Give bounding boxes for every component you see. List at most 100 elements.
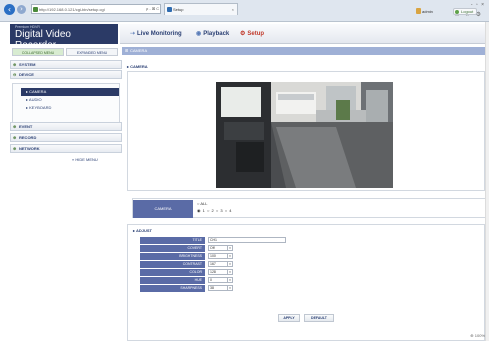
playback-icon: ◉: [196, 31, 202, 37]
breadcrumb-icon: ⊞: [125, 48, 129, 53]
tab-title: Setup: [173, 7, 184, 12]
forward-arrow-icon[interactable]: ›: [17, 5, 26, 14]
title-label: TITLE: [140, 237, 205, 244]
address-text: http://192.168.0.121/cgi-bin/setup.cgi: [39, 7, 105, 12]
sharpness-select[interactable]: 38 ▾: [208, 285, 233, 291]
tab-expanded-menu[interactable]: EXPANDED MENU: [66, 48, 118, 56]
color-label: COLOR: [140, 269, 205, 276]
camera-preview-video: [216, 82, 393, 188]
expand-plus-icon: ⊕: [13, 135, 17, 140]
adjust-panel: ▸ ADJUST TITLE CH1 COVERT Off ▾ BRIGHTNES…: [127, 224, 485, 341]
hue-label: HUE: [140, 277, 205, 284]
logout-icon: [455, 10, 459, 14]
sidebar-item-network[interactable]: ⊕ NETWORK: [10, 144, 122, 153]
section-title-text: CAMERA: [130, 64, 148, 69]
apply-button[interactable]: APPLY: [278, 314, 300, 322]
contrast-label: CONTRAST: [140, 261, 205, 268]
hue-select[interactable]: 0 ▾: [208, 277, 233, 283]
office-scene-image: [216, 82, 393, 188]
chevron-down-icon: ▾: [227, 262, 232, 267]
camera-radio-1[interactable]: ◉ 1: [197, 208, 205, 213]
submenu-label: KEYBOARD: [29, 105, 52, 110]
menu-mode-tabs: COLLAPSED MENU EXPANDED MENU: [10, 48, 122, 56]
select-value: Off: [210, 246, 215, 250]
collapse-minus-icon: ⊖: [13, 72, 17, 77]
sidebar-item-label: RECORD: [19, 135, 37, 140]
sidebar-item-label: NETWORK: [19, 146, 40, 151]
address-bar[interactable]: http://192.168.0.121/cgi-bin/setup.cgi: [31, 4, 161, 14]
hide-menu-button[interactable]: « HIDE MENU: [72, 157, 98, 162]
sidebar: COLLAPSED MENU EXPANDED MENU ⊕ SYSTEM ⊖ DE…: [10, 44, 122, 341]
sidebar-item-camera[interactable]: ▸ CAMERA: [21, 88, 119, 96]
back-arrow-icon[interactable]: ‹: [4, 4, 15, 15]
live-arrow-icon: ➝: [130, 31, 136, 37]
chevron-down-icon: ▾: [227, 254, 232, 259]
radio-label: ALL: [200, 201, 208, 206]
sidebar-item-system[interactable]: ⊕ SYSTEM: [10, 60, 122, 69]
nav-playback[interactable]: ◉ Playback: [196, 30, 229, 37]
adjust-title: ▸ ADJUST: [133, 228, 152, 233]
default-button[interactable]: DEFAULT: [304, 314, 334, 322]
expand-plus-icon: ⊕: [13, 124, 17, 129]
radio-label: 2: [211, 208, 215, 213]
section-title: ▸ CAMERA: [127, 64, 148, 69]
camera-radio-4[interactable]: ○ 4: [225, 208, 232, 213]
color-select[interactable]: 128 ▾: [208, 269, 233, 275]
select-value: 167: [210, 262, 216, 266]
tab-collapsed-menu[interactable]: COLLAPSED MENU: [12, 48, 64, 56]
logout-button[interactable]: Logout: [453, 8, 477, 15]
select-value: 100: [210, 254, 216, 258]
select-value: 128: [210, 270, 216, 274]
camera-radio-3[interactable]: ○ 3: [216, 208, 223, 213]
tab-favicon-icon: [167, 7, 172, 12]
adjust-title-text: ADJUST: [135, 228, 152, 233]
sidebar-item-record[interactable]: ⊕ RECORD: [10, 133, 122, 142]
contrast-select[interactable]: 167 ▾: [208, 261, 233, 267]
tab-close-icon[interactable]: ×: [232, 4, 234, 15]
nav-setup[interactable]: ⚙ Setup: [240, 30, 264, 37]
chevron-down-icon: ▾: [227, 270, 232, 275]
camera-select-label: CAMERA: [133, 200, 193, 218]
sharpness-label: SHARPNESS: [140, 285, 205, 292]
nav-label: Setup: [247, 31, 265, 37]
sidebar-item-keyboard[interactable]: ▸ KEYBOARD: [21, 104, 119, 112]
radio-label: 4: [229, 208, 233, 213]
vertical-scrollbar[interactable]: [485, 22, 489, 341]
zoom-level[interactable]: ⊕ 100%: [470, 333, 485, 338]
camera-radio-2[interactable]: ○ 2: [207, 208, 214, 213]
camera-radio-group: ◉ 1 ○ 2 ○ 3 ○ 4: [197, 208, 232, 213]
covert-select[interactable]: Off ▾: [208, 245, 233, 251]
expand-plus-icon: ⊕: [13, 62, 17, 67]
browser-tab[interactable]: Setup ×: [164, 3, 238, 15]
app-logo: Premium HDVR Digital Video Recorder: [10, 24, 118, 51]
nav-live-monitoring[interactable]: ➝ Live Monitoring: [130, 30, 182, 37]
title-input[interactable]: CH1: [208, 237, 286, 243]
brightness-select[interactable]: 100 ▾: [208, 253, 233, 259]
camera-select-panel: CAMERA ○ ALL ◉ 1 ○ 2 ○ 3 ○ 4: [132, 198, 487, 218]
camera-radio-all[interactable]: ○ ALL: [197, 201, 207, 206]
setup-gear-icon: ⚙: [240, 31, 246, 37]
sidebar-item-label: EVENT: [19, 124, 33, 129]
sidebar-item-event[interactable]: ⊕ EVENT: [10, 122, 122, 131]
brightness-label: BRIGHTNESS: [140, 253, 205, 260]
expand-plus-icon: ⊕: [13, 146, 17, 151]
sidebar-item-label: DEVICE: [19, 72, 34, 77]
select-value: 0: [210, 278, 212, 282]
nav-label: Live Monitoring: [137, 31, 182, 37]
sidebar-item-audio[interactable]: ▸ AUDIO: [21, 96, 119, 104]
nav-label: Playback: [203, 31, 230, 37]
zoom-value: 100%: [474, 333, 485, 338]
radio-label: 3: [220, 208, 224, 213]
user-icon: [416, 8, 421, 14]
hide-menu-label: HIDE MENU: [75, 157, 98, 162]
chevron-down-icon: ▾: [227, 278, 232, 283]
submenu-label: AUDIO: [28, 97, 42, 102]
select-value: 38: [210, 286, 214, 290]
hide-menu-icon: «: [72, 157, 75, 162]
logout-label: Logout: [461, 9, 474, 14]
sidebar-item-device[interactable]: ⊖ DEVICE: [10, 70, 122, 79]
sidebar-item-label: SYSTEM: [19, 62, 36, 67]
radio-label: 1: [202, 208, 206, 213]
main-content: ⊞ CAMERA ▸ CAMERA CAMERA ○ ALL ◉ 1 ○ 2 ○…: [122, 44, 489, 341]
address-tools[interactable]: ρ - ⊠ C: [146, 4, 159, 13]
